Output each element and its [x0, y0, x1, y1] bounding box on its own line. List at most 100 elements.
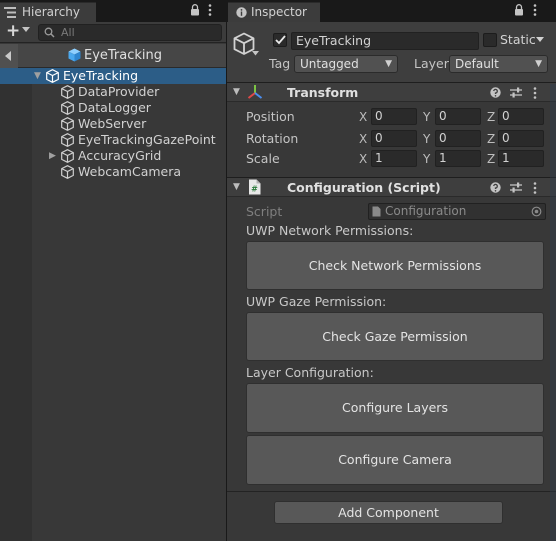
object-picker-icon[interactable]	[531, 206, 542, 217]
help-icon[interactable]	[490, 182, 501, 193]
csharp-script-icon: #	[248, 179, 261, 195]
add-component-button[interactable]: Add Component	[274, 501, 503, 524]
hierarchy-tab[interactable]: Hierarchy	[0, 2, 96, 22]
cube-icon	[61, 101, 74, 115]
inspector-scrollbar-edge[interactable]	[550, 84, 556, 541]
search-input[interactable]: All	[38, 24, 222, 41]
lock-icon[interactable]	[190, 4, 200, 16]
position-x-field[interactable]: 0	[371, 108, 417, 125]
icon-dropdown-caret-icon[interactable]	[252, 51, 259, 56]
configure-layers-button[interactable]: Configure Layers	[246, 383, 544, 433]
tag-label: Tag	[269, 56, 291, 71]
add-dropdown-caret-icon[interactable]	[22, 27, 30, 33]
cube-icon	[61, 117, 74, 131]
check-network-permissions-button[interactable]: Check Network Permissions	[246, 241, 544, 290]
x-axis-label[interactable]: X	[359, 109, 367, 125]
y-axis-label[interactable]: Y	[423, 131, 430, 147]
position-z-field[interactable]: 0	[498, 108, 544, 125]
y-axis-label[interactable]: Y	[423, 109, 430, 125]
scene-title: EyeTracking	[84, 48, 163, 63]
hierarchy-tab-label: Hierarchy	[22, 5, 81, 19]
object-name-value: EyeTracking	[296, 33, 372, 48]
script-label: Script	[246, 204, 283, 219]
scale-z-field[interactable]: 1	[498, 150, 544, 167]
hierarchy-panel: Hierarchy + All EyeTracking ▼ EyeTrackin…	[0, 0, 226, 541]
hierarchy-item-root[interactable]: ▼ EyeTracking	[0, 68, 226, 84]
hierarchy-item-label: WebServer	[78, 116, 147, 131]
transform-title: Transform	[287, 85, 359, 100]
static-label: Static	[500, 32, 536, 47]
collapsed-arrow-icon[interactable]: ▶	[49, 148, 56, 164]
hierarchy-item-label: WebcamCamera	[78, 164, 182, 179]
transform-header[interactable]: ▼ Transform	[227, 82, 556, 102]
transform-row-scale: Scale X 1 Y 1 Z 1	[227, 149, 556, 169]
cube-icon	[61, 149, 74, 163]
layer-dropdown[interactable]: Default ▼	[449, 55, 548, 73]
inspector-panel: Inspector EyeTracking Static Tag Untagge…	[227, 0, 556, 541]
inspector-tab-label: Inspector	[251, 5, 307, 19]
script-field[interactable]: Configuration	[368, 203, 546, 220]
object-name-field[interactable]: EyeTracking	[291, 32, 479, 50]
search-placeholder: All	[61, 26, 75, 39]
z-axis-label[interactable]: Z	[487, 131, 495, 147]
z-axis-label[interactable]: Z	[487, 109, 495, 125]
z-axis-label[interactable]: Z	[487, 151, 495, 167]
configure-camera-button[interactable]: Configure Camera	[246, 435, 544, 485]
scale-x-field[interactable]: 1	[371, 150, 417, 167]
active-checkbox[interactable]	[273, 33, 287, 47]
scene-back-button[interactable]	[0, 44, 18, 68]
y-axis-label[interactable]: Y	[423, 151, 430, 167]
rotation-z-field[interactable]: 0	[498, 130, 544, 147]
configuration-header[interactable]: ▼ # Configuration (Script)	[227, 177, 556, 197]
position-y-field[interactable]: 0	[435, 108, 481, 125]
hierarchy-item[interactable]: WebcamCamera	[0, 164, 226, 180]
add-button[interactable]: +	[6, 21, 20, 41]
script-value: Configuration	[385, 204, 467, 218]
hierarchy-item[interactable]: DataLogger	[0, 100, 226, 116]
presets-sliders-icon[interactable]	[510, 87, 522, 98]
uwp-network-label: UWP Network Permissions:	[246, 223, 414, 238]
presets-sliders-icon[interactable]	[510, 182, 522, 193]
hierarchy-item[interactable]: ▶ AccuracyGrid	[0, 148, 226, 164]
search-icon	[44, 27, 55, 38]
transform-icon	[247, 84, 263, 100]
layer-caret-icon: ▼	[535, 59, 542, 69]
kebab-menu-icon[interactable]	[533, 87, 537, 99]
lock-icon[interactable]	[514, 4, 524, 16]
rotation-x-field[interactable]: 0	[371, 130, 417, 147]
hierarchy-item[interactable]: DataProvider	[0, 84, 226, 100]
transform-row-rotation: Rotation X 0 Y 0 Z 0	[227, 129, 556, 149]
x-axis-label[interactable]: X	[359, 151, 367, 167]
hierarchy-item-label: EyeTrackingGazePoint	[78, 132, 216, 147]
kebab-menu-icon[interactable]	[208, 4, 212, 16]
hierarchy-toolbar: + All	[0, 21, 226, 43]
rotation-label: Rotation	[246, 131, 299, 146]
tag-dropdown[interactable]: Untagged ▼	[294, 55, 398, 73]
rotation-y-field[interactable]: 0	[435, 130, 481, 147]
help-icon[interactable]	[490, 87, 501, 98]
kebab-menu-icon[interactable]	[533, 4, 537, 16]
hierarchy-item-label: EyeTracking	[63, 68, 139, 83]
cube-icon	[61, 133, 74, 147]
hierarchy-item-label: DataProvider	[78, 84, 160, 99]
foldout-arrow-icon[interactable]: ▼	[233, 182, 240, 192]
check-gaze-permission-button[interactable]: Check Gaze Permission	[246, 312, 544, 361]
position-label: Position	[246, 109, 295, 124]
cube-icon	[46, 69, 59, 83]
uwp-gaze-label: UWP Gaze Permission:	[246, 294, 387, 309]
kebab-menu-icon[interactable]	[533, 182, 537, 194]
transform-row-position: Position X 0 Y 0 Z 0	[227, 107, 556, 127]
hierarchy-item-label: AccuracyGrid	[78, 148, 162, 163]
static-checkbox[interactable]	[483, 33, 497, 47]
script-file-icon	[372, 206, 381, 217]
scale-y-field[interactable]: 1	[435, 150, 481, 167]
expanded-arrow-icon[interactable]: ▼	[34, 68, 41, 84]
static-dropdown-caret-icon[interactable]	[536, 37, 544, 43]
foldout-arrow-icon[interactable]: ▼	[233, 87, 240, 97]
x-axis-label[interactable]: X	[359, 131, 367, 147]
hierarchy-item[interactable]: EyeTrackingGazePoint	[0, 132, 226, 148]
tag-value: Untagged	[300, 57, 359, 71]
scene-breadcrumb-bar: EyeTracking	[0, 44, 226, 68]
inspector-tab[interactable]: Inspector	[228, 2, 320, 22]
hierarchy-item[interactable]: WebServer	[0, 116, 226, 132]
